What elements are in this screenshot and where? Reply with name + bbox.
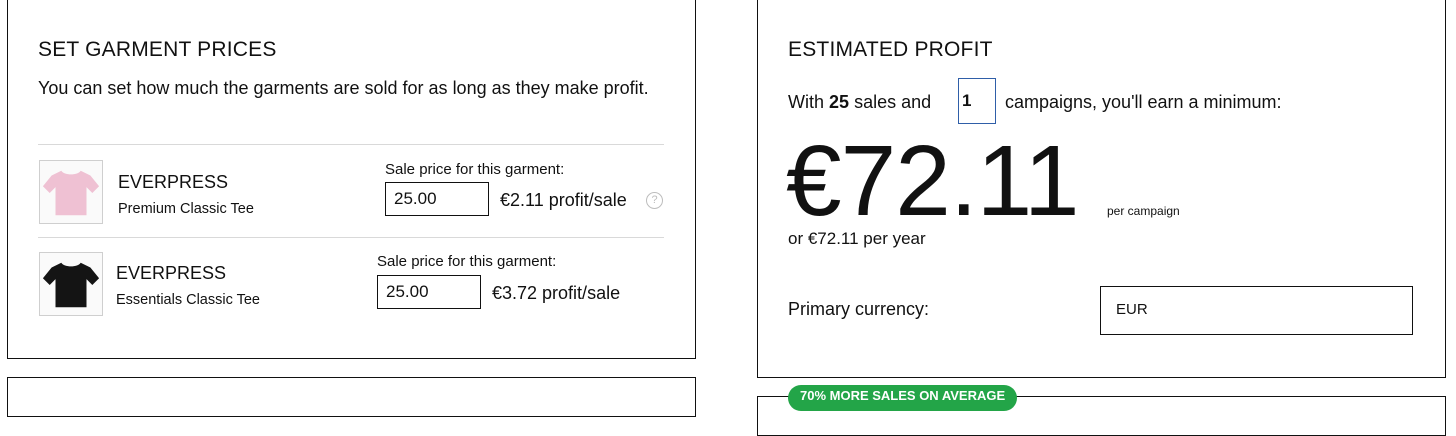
garment-model: Premium Classic Tee [118,201,254,217]
sale-price-label: Sale price for this garment: [385,161,565,178]
tshirt-icon [42,262,100,308]
currency-select[interactable]: EUR [1100,286,1413,335]
per-campaign-label: per campaign [1107,204,1180,218]
sale-price-input[interactable] [385,182,489,216]
sale-price-input[interactable] [377,275,481,309]
premium-tee-thumbnail [39,160,103,224]
sentence-suffix: campaigns, you'll earn a minimum: [1005,92,1282,112]
essentials-tee-thumbnail [39,252,103,316]
estimated-profit-panel: ESTIMATED PROFIT With 25 sales and campa… [757,0,1446,378]
help-icon[interactable]: ? [646,192,663,209]
garment-brand: EVERPRESS [118,172,229,192]
estimated-profit-amount: €72.11 [786,125,1079,237]
more-sales-badge: 70% MORE SALES ON AVERAGE [788,385,1018,411]
profit-per-sale: €3.72 profit/sale [492,283,621,303]
garment-model: Essentials Classic Tee [116,292,260,308]
sentence-prefix: With [788,92,824,112]
sale-price-label: Sale price for this garment: [377,253,557,270]
profit-per-sale: €2.11 profit/sale [500,190,627,210]
tshirt-icon [42,170,100,216]
garment-prices-title: SET GARMENT PRICES [38,38,277,61]
sales-count: 25 [829,92,850,112]
garment-prices-panel: SET GARMENT PRICES You can set how much … [7,0,696,359]
estimated-profit-title: ESTIMATED PROFIT [788,38,993,61]
garment-brand: EVERPRESS [116,263,227,283]
divider [38,237,664,238]
primary-currency-label: Primary currency: [788,299,930,319]
sales-sentence: With 25 sales and [788,92,931,113]
campaigns-input[interactable] [958,78,996,124]
garment-prices-description: You can set how much the garments are so… [38,78,649,98]
next-panel-left [7,377,696,417]
divider [38,144,664,145]
per-year-label: or €72.11 per year [788,229,926,248]
sentence-middle: sales and [854,92,932,112]
